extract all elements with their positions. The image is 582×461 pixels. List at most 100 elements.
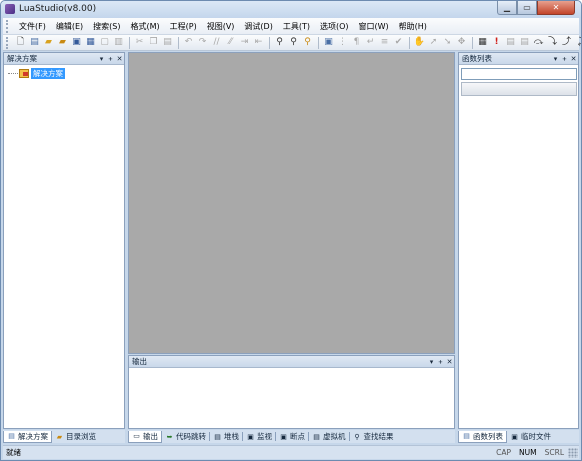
tab-watch[interactable]: ▣ 监视 [243,431,275,443]
tree-item-solution[interactable]: 解决方案 [8,68,65,79]
stop-icon[interactable]: ✥ [455,36,468,49]
panel-close-icon[interactable]: ✕ [445,358,454,366]
menu-file[interactable]: 文件(F) [16,21,51,32]
tab-label: 函数列表 [473,431,503,441]
toolbar-separator [409,36,410,49]
panel-dropdown-icon[interactable]: ▾ [97,55,106,63]
function-list-header: 函数列表 ▾ ᚐ ✕ [459,53,578,65]
debug-start-icon[interactable]: ▦ [476,36,489,49]
find-in-files-icon[interactable]: ⚲ [301,36,314,49]
tab-label: 虚拟机 [323,432,346,441]
function-list-title: 函数列表 [462,54,492,63]
menu-project[interactable]: 工程(P) [165,21,202,32]
function-list-panel: 函数列表 ▾ ᚐ ✕ [458,52,579,429]
editor-area[interactable] [128,52,455,354]
step-out-icon[interactable]: ⤴ [560,36,573,49]
menu-options[interactable]: 选项(O) [315,21,354,32]
directory-tab-icon: ▰ [56,432,63,441]
toolbar-grip[interactable] [6,36,12,49]
function-filter-input[interactable] [461,68,577,80]
window-controls: ▁ ▭ ✕ [497,1,575,15]
panel-dropdown-icon[interactable]: ▾ [551,55,560,63]
step-into-icon[interactable]: ⤵ [546,36,559,49]
tab-output[interactable]: ▭ 输出 [128,430,162,443]
outdent-icon[interactable]: ⇤ [252,36,265,49]
tab-function-list[interactable]: ▤ 函数列表 [458,430,507,443]
new-file-icon[interactable]: 🗋 [14,36,27,49]
open-project-icon[interactable]: ▰ [56,36,69,49]
debug-b-icon[interactable]: ▤ [518,36,531,49]
wrap-icon[interactable]: ↵ [364,36,377,49]
tab-breakpoints[interactable]: ▣ 断点 [276,431,308,443]
find-icon[interactable]: ⚲ [273,36,286,49]
output-tab-icon: ▭ [133,432,140,440]
tab-find-results[interactable]: ⚲ 查找结果 [350,431,397,443]
toolbar-separator [269,36,270,49]
toolbar-separator [129,36,130,49]
title-bar[interactable]: LuaStudio(v8.00) ▁ ▭ ✕ [1,1,581,18]
open-file-icon[interactable]: ▰ [42,36,55,49]
panel-pin-icon[interactable]: ᚐ [560,55,569,63]
close-window-button[interactable]: ✕ [537,1,575,15]
breakpoint-icon[interactable]: ! [490,36,503,49]
find-next-icon[interactable]: ⚲ [287,36,300,49]
function-list-button[interactable] [461,82,577,96]
print-icon[interactable]: ▥ [112,36,125,49]
bookmark-icon[interactable]: ▣ [322,36,335,49]
run-icon[interactable]: ➚ [427,36,440,49]
tab-code-jump[interactable]: ➥ 代码跳转 [162,431,209,443]
indent-guide-icon[interactable]: ⋮ [336,36,349,49]
panel-close-icon[interactable]: ✕ [115,55,124,63]
uncomment-icon[interactable]: ⁄⁄ [224,36,237,49]
tree-connector [8,73,18,74]
tab-temp-files[interactable]: ▣ 临时文件 [507,431,554,443]
step-over-icon[interactable]: ⤼ [532,36,545,49]
panel-pin-icon[interactable]: ᚐ [436,358,445,366]
menu-view[interactable]: 视图(V) [202,21,240,32]
menu-format[interactable]: 格式(M) [125,21,164,32]
copy-icon[interactable]: ❐ [147,36,160,49]
status-bar: 就绪 CAP NUM SCRL [3,445,579,459]
undo-icon[interactable]: ↶ [182,36,195,49]
tab-solution[interactable]: ▤ 解决方案 [3,430,52,443]
maximize-button[interactable]: ▭ [517,1,537,15]
tab-directory-browser[interactable]: ▰ 目录浏览 [52,431,99,443]
run-to-cursor-icon[interactable]: ⤸ [574,36,581,49]
app-icon[interactable] [5,4,15,14]
menu-edit[interactable]: 编辑(E) [51,21,88,32]
save-icon[interactable]: ▣ [70,36,83,49]
redo-icon[interactable]: ↷ [196,36,209,49]
paste-icon[interactable]: ▤ [161,36,174,49]
menu-grip[interactable] [6,19,12,33]
comment-icon[interactable]: // [210,36,223,49]
main-window: LuaStudio(v8.00) ▁ ▭ ✕ 文件(F) 编辑(E) 搜索(S)… [0,0,582,461]
tab-virtual-machine[interactable]: ▤ 虚拟机 [309,431,349,443]
virtual-machine-tab-icon: ▤ [313,432,320,441]
menu-tools[interactable]: 工具(T) [278,21,315,32]
panel-close-icon[interactable]: ✕ [569,55,578,63]
debug-a-icon[interactable]: ▤ [504,36,517,49]
minimize-button[interactable]: ▁ [497,1,517,15]
toolbar-separator [178,36,179,49]
close-file-icon[interactable]: ▢ [98,36,111,49]
save-all-icon[interactable]: ▦ [84,36,97,49]
indent-icon[interactable]: ⇥ [238,36,251,49]
resize-grip[interactable] [568,447,578,458]
panel-dropdown-icon[interactable]: ▾ [427,358,436,366]
new-project-icon[interactable]: ▤ [28,36,41,49]
step-icon[interactable]: ➘ [441,36,454,49]
watch-tab-icon: ▣ [247,432,254,441]
menu-window[interactable]: 窗口(W) [354,21,394,32]
format-icon[interactable]: ≡ [378,36,391,49]
hand-icon[interactable]: ✋ [413,36,426,49]
cut-icon[interactable]: ✂ [133,36,146,49]
panel-pin-icon[interactable]: ᚐ [106,55,115,63]
check-icon[interactable]: ✔ [392,36,405,49]
menu-debug[interactable]: 调试(D) [239,21,277,32]
show-whitespace-icon[interactable]: ¶ [350,36,363,49]
menu-help[interactable]: 帮助(H) [394,21,432,32]
tab-stack[interactable]: ▤ 堆栈 [210,431,242,443]
tree-item-label: 解决方案 [31,68,65,79]
menu-search[interactable]: 搜索(S) [88,21,125,32]
stack-tab-icon: ▤ [214,432,221,441]
